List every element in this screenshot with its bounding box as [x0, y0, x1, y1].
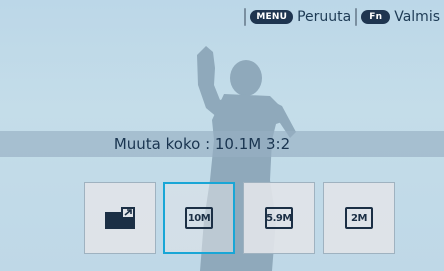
option-2m[interactable]: 2M [323, 182, 395, 254]
top-bar: MENU Peruuta Fn Valmis [244, 6, 440, 28]
camera-screen: MENU Peruuta Fn Valmis Muuta koko : 10.1… [0, 0, 444, 271]
option-resize[interactable] [84, 182, 156, 254]
done-label[interactable]: Valmis [394, 9, 440, 25]
size-2m-icon: 2M [345, 207, 373, 229]
size-10.1m-icon: 10M [185, 207, 213, 229]
size-5.9m-icon: 5.9M [265, 207, 293, 229]
fn-key-badge: Fn [361, 10, 391, 24]
option-10.1m[interactable]: 10M [163, 182, 235, 254]
menu-key-badge: MENU [250, 10, 294, 24]
separator [244, 8, 247, 26]
option-5.9m[interactable]: 5.9M [243, 182, 315, 254]
cancel-label[interactable]: Peruuta [297, 9, 351, 25]
resize-icon [105, 207, 135, 229]
separator [355, 8, 358, 26]
resize-caption: Muuta koko : 10.1M 3:2 [113, 135, 291, 153]
